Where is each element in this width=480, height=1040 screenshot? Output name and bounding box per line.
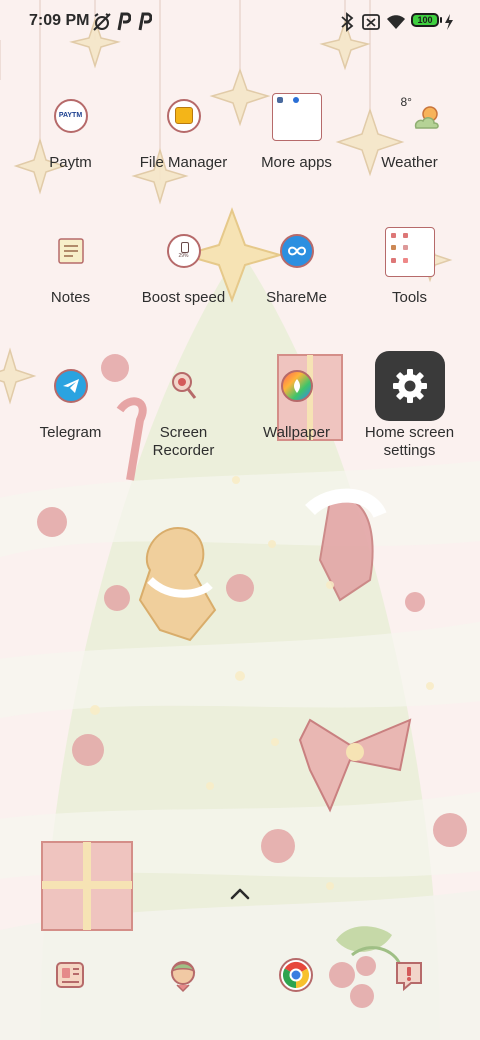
app-label: Weather	[381, 154, 438, 171]
weather-temperature: 8°	[400, 95, 412, 109]
wallpaper-icon	[280, 370, 313, 402]
status-bar: 7:09 PM 100	[0, 0, 480, 44]
app-label: Telegram	[39, 424, 102, 441]
paytm-notification-icon	[117, 12, 131, 31]
app-file-manager[interactable]: File Manager	[127, 80, 240, 172]
charging-icon	[445, 14, 453, 30]
infinity-icon	[287, 246, 306, 256]
app-tools-folder[interactable]: Tools	[353, 215, 466, 307]
app-more-apps-folder[interactable]: More apps	[240, 80, 353, 172]
gear-icon	[392, 369, 427, 403]
app-boost-speed[interactable]: 29% Boost speed	[127, 215, 240, 307]
app-shareme[interactable]: ShareMe	[240, 215, 353, 307]
app-wallpaper[interactable]: Wallpaper	[240, 350, 353, 442]
battery-indicator: 100	[411, 13, 442, 27]
app-label: Tools	[391, 289, 428, 306]
wifi-icon	[387, 15, 405, 29]
app-screen-recorder[interactable]: Screen Recorder	[127, 350, 240, 460]
contacts-icon[interactable]	[163, 955, 203, 995]
app-paytm[interactable]: PAYTM Paytm	[14, 80, 127, 172]
messages-icon[interactable]	[50, 955, 90, 995]
app-home-screen-settings[interactable]: Home screen settings	[353, 350, 466, 460]
boost-speed-percentage: 29%	[178, 253, 189, 259]
chrome-icon[interactable]	[276, 955, 316, 995]
app-label: Boost speed	[141, 289, 226, 306]
weather-icon	[414, 106, 439, 129]
app-weather[interactable]: 8° Weather	[353, 80, 466, 172]
paytm-notification-icon-2	[138, 12, 152, 31]
clock-time: 7:09 PM	[29, 12, 90, 29]
paytm-logo-text: PAYTM	[58, 112, 83, 119]
app-label: Home screen settings	[364, 424, 455, 459]
app-label: Notes	[50, 289, 91, 306]
chat-icon[interactable]	[389, 955, 429, 995]
alarm-off-icon	[93, 13, 111, 31]
app-label: ShareMe	[266, 289, 327, 306]
chevron-up-icon[interactable]	[228, 884, 252, 904]
app-label: Screen Recorder	[152, 424, 215, 459]
paper-plane-icon	[62, 379, 79, 393]
app-label: Wallpaper	[263, 424, 330, 441]
screen-recorder-icon	[171, 372, 196, 399]
bluetooth-icon	[341, 12, 354, 32]
app-telegram[interactable]: Telegram	[14, 350, 127, 442]
no-sim-icon	[362, 14, 380, 30]
notes-icon	[57, 238, 84, 264]
app-label: File Manager	[139, 154, 228, 171]
app-label: More apps	[261, 154, 332, 171]
app-label: Paytm	[49, 154, 92, 171]
app-notes[interactable]: Notes	[14, 215, 127, 307]
